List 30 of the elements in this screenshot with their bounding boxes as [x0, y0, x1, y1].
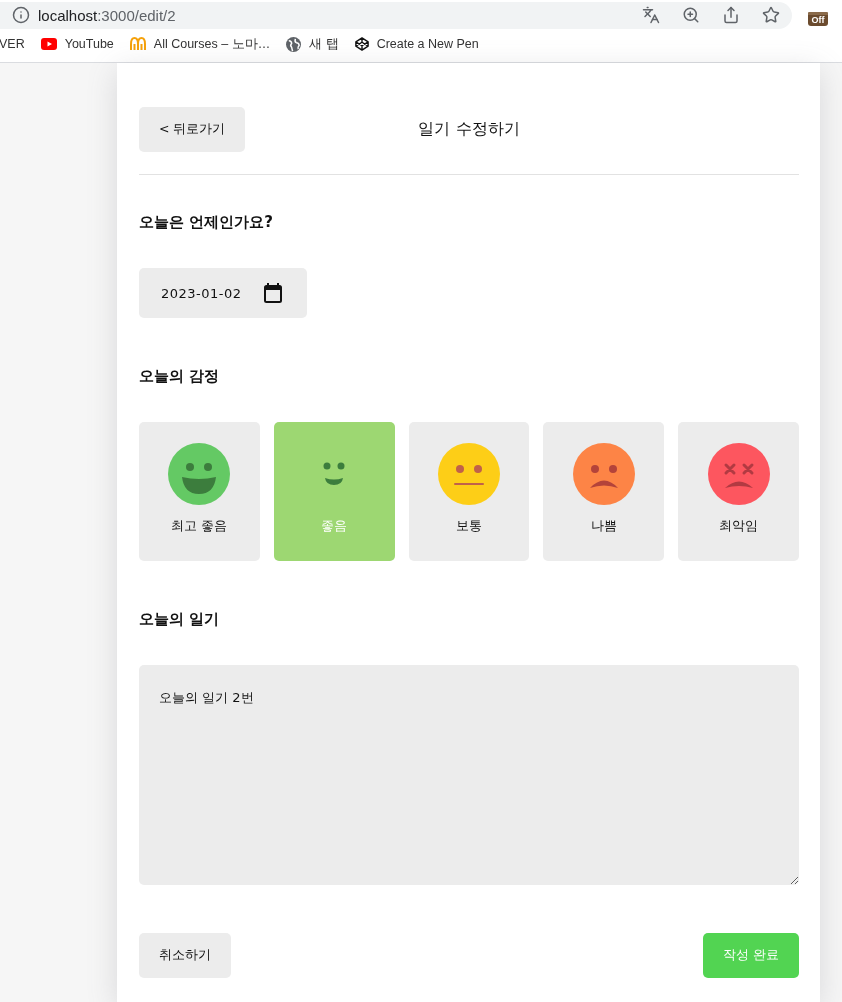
page-title: 일기 수정하기	[418, 119, 520, 140]
play-icon	[40, 38, 57, 50]
date-field[interactable]: 2023-01-02	[139, 268, 307, 318]
emotion-option[interactable]: 최악임	[678, 422, 799, 561]
cancel-button[interactable]: 취소하기	[139, 933, 231, 978]
smiling-face-icon	[323, 462, 346, 486]
emotion-option[interactable]: 보통	[408, 422, 530, 561]
address-bar[interactable]: localhost:3000/edit/2	[0, 1, 792, 29]
url-text: localhost:3000/edit/2	[38, 6, 177, 24]
section-heading: 오늘은 언제인가요?	[139, 212, 273, 233]
bookmark-link[interactable]: YouTube	[40, 37, 114, 51]
bookmark-link[interactable]: Create a New Pen	[354, 37, 479, 51]
diary-textarea[interactable]: 오늘의 일기 2번	[139, 665, 799, 885]
double-arch-icon	[129, 37, 146, 51]
calendar-icon[interactable]	[264, 283, 282, 303]
extension-button[interactable]: Off	[808, 12, 828, 26]
info-icon[interactable]	[12, 6, 30, 24]
emotion-option[interactable]: 나쁨	[543, 422, 665, 561]
share-icon[interactable]	[722, 6, 740, 24]
back-button[interactable]: < 뒤로가기	[139, 107, 246, 152]
emotion-option[interactable]: 최고 좋음	[139, 422, 260, 561]
section-heading: 오늘의 감정	[139, 366, 220, 387]
bookmark-link[interactable]: All Courses – 노마…	[129, 35, 271, 53]
bookmark-link[interactable]: 새 탭	[286, 35, 339, 53]
globe-icon	[286, 36, 302, 52]
cube-icon	[354, 37, 369, 51]
zoom-in-icon[interactable]	[682, 6, 700, 24]
translate-icon[interactable]	[642, 6, 660, 24]
section-heading: 오늘의 일기	[139, 609, 220, 630]
star-icon[interactable]	[762, 6, 780, 24]
